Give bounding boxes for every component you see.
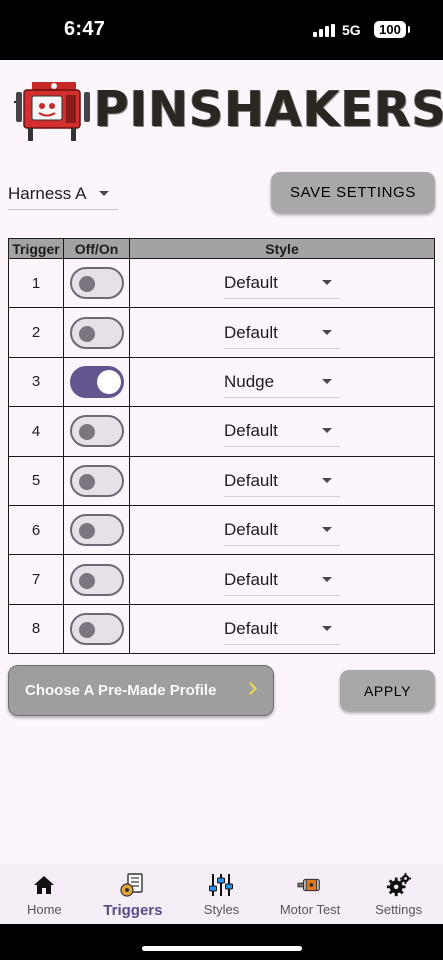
nav-item-settings[interactable]: Settings [354,864,443,924]
toggle-knob [96,369,121,394]
toggle-knob [78,276,95,293]
style-dropdown[interactable]: Default [224,613,340,645]
apply-button[interactable]: APPLY [340,670,435,711]
sliders-icon [208,872,234,898]
style-dropdown[interactable]: Nudge [224,366,340,398]
style-value: Default [224,470,278,490]
home-indicator-area [0,924,443,960]
trigger-number: 8 [8,603,64,655]
bottom-nav: Home Triggers Styles Motor Test Settings [0,864,443,924]
caret-down-icon [322,428,332,434]
style-value: Default [224,520,278,540]
trigger-toggle[interactable] [69,563,124,596]
toggle-knob [78,424,95,441]
table-row: 1 Default [8,257,435,309]
caret-down-icon [322,329,332,335]
trigger-toggle[interactable] [69,514,124,547]
save-settings-button[interactable]: SAVE SETTINGS [271,172,435,213]
status-bar: 6:47 5G 100 [0,0,443,60]
caret-down-icon [322,576,332,582]
style-dropdown[interactable]: Default [224,514,340,547]
signal-icon [313,24,335,37]
nav-label: Home [26,902,62,917]
status-time: 6:47 [64,18,106,40]
table-row: 4 Default [8,406,435,457]
header-trigger: Trigger [8,238,64,259]
toggle-knob [78,473,95,490]
app-logo: PINSHAKERS [14,78,443,144]
trigger-toggle[interactable] [69,316,124,349]
nav-label: Settings [375,902,423,917]
home-indicator[interactable] [142,946,302,951]
table-row: 3 Nudge [8,356,435,408]
table-header-row: Trigger Off/On Style [8,238,435,259]
table-row: 5 Default [8,455,435,506]
trigger-number: 3 [8,356,64,408]
nav-label: Triggers [103,902,163,919]
choose-profile-button[interactable]: Choose A Pre-Made Profile [8,665,274,716]
style-dropdown[interactable]: Default [224,465,340,497]
harness-dropdown[interactable]: Harness A [8,178,118,210]
toggle-knob [78,621,95,638]
style-value: Default [224,273,278,293]
triggers-icon [120,872,146,898]
caret-down-icon [322,625,332,631]
caret-down-icon [322,280,332,286]
trigger-number: 6 [8,504,64,556]
toggle-knob [78,523,95,540]
caret-down-icon [322,378,332,384]
trigger-table: Trigger Off/On Style 1 Default 2 Default… [8,238,435,655]
trigger-toggle[interactable] [69,612,124,645]
battery-icon: 100 [374,21,410,38]
trigger-number: 7 [8,554,64,605]
style-value: Default [224,421,278,441]
trigger-toggle[interactable] [69,415,124,448]
table-row: 8 Default [8,603,435,655]
nav-item-styles[interactable]: Styles [177,864,266,924]
style-value: Default [224,322,278,342]
nav-item-triggers[interactable]: Triggers [89,864,178,924]
pinball-machine-icon [14,82,90,141]
trigger-number: 4 [8,406,64,457]
chevron-right-icon [244,682,257,695]
header-off-on: Off/On [63,238,130,259]
style-value: Nudge [224,371,275,391]
header-style: Style [129,238,435,259]
home-icon [31,872,57,898]
caret-down-icon [322,477,332,483]
style-dropdown[interactable]: Default [224,317,340,349]
style-dropdown[interactable]: Default [224,267,340,300]
table-row: 2 Default [8,307,435,358]
gears-icon [386,872,412,898]
network-label: 5G [342,22,361,38]
profile-button-label: Choose A Pre-Made Profile [25,682,217,699]
style-dropdown[interactable]: Default [224,564,340,596]
harness-selected-value: Harness A [8,183,87,203]
nav-item-home[interactable]: Home [0,864,89,924]
table-row: 6 Default [8,504,435,556]
trigger-number: 2 [8,307,64,358]
caret-down-icon [322,527,332,533]
style-value: Default [224,569,278,589]
motor-icon [297,872,323,898]
trigger-toggle[interactable] [69,365,124,398]
style-value: Default [224,618,278,638]
table-row: 7 Default [8,554,435,605]
style-dropdown[interactable]: Default [224,415,340,448]
toggle-knob [78,325,95,342]
logo-text: PINSHAKERS [94,81,443,138]
toggle-knob [78,572,95,589]
trigger-toggle[interactable] [69,267,124,300]
nav-item-motor-test[interactable]: Motor Test [266,864,355,924]
trigger-number: 5 [8,455,64,506]
nav-label: Styles [203,902,240,917]
trigger-toggle[interactable] [69,464,124,497]
nav-label: Motor Test [279,902,341,917]
trigger-number: 1 [8,257,64,309]
caret-down-icon [99,191,109,196]
